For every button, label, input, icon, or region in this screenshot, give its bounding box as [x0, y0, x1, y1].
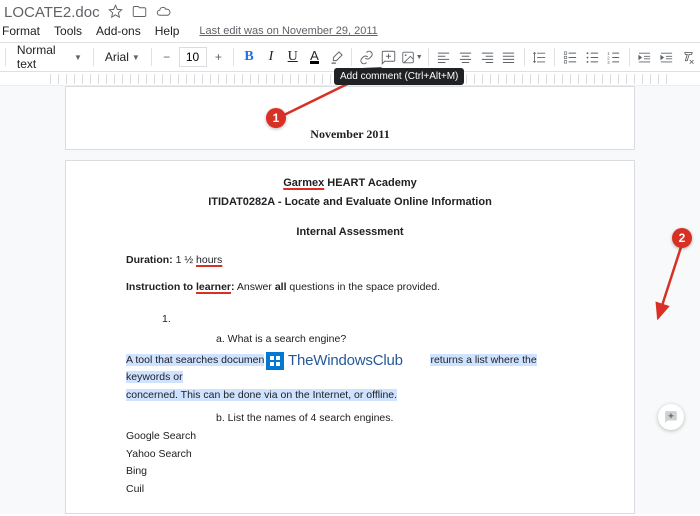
marker-2: 2: [672, 228, 692, 248]
menu-addons[interactable]: Add-ons: [96, 24, 141, 38]
separator: [554, 48, 555, 66]
page1-date: November 2011: [310, 127, 389, 141]
move-folder-icon[interactable]: [132, 4, 148, 20]
duration-line: Duration: 1 ½ hours: [126, 253, 574, 269]
marker-1: 1: [266, 108, 286, 128]
doc-title[interactable]: LOCATE2.doc: [4, 4, 100, 21]
document-canvas[interactable]: November 2011 Garmex HEART Academy ITIDA…: [0, 86, 700, 514]
svg-text:3: 3: [608, 59, 611, 64]
font-dropdown[interactable]: Arial ▼: [99, 46, 146, 68]
menu-tools[interactable]: Tools: [54, 24, 82, 38]
font-size-increase[interactable]: +: [209, 46, 229, 68]
menubar: Format Tools Add-ons Help Last edit was …: [0, 22, 700, 42]
clear-formatting-button[interactable]: [678, 46, 698, 68]
increase-indent-button[interactable]: [656, 46, 676, 68]
selected-answer[interactable]: A tool that searches documen TheWindowsC…: [126, 352, 574, 406]
separator: [151, 48, 152, 66]
align-justify-button[interactable]: [499, 46, 519, 68]
q1b: b. List the names of 4 search engines.: [216, 411, 574, 427]
last-edit-link[interactable]: Last edit was on November 29, 2011: [199, 25, 377, 37]
star-icon[interactable]: [108, 4, 124, 20]
heading-course: ITIDAT0282A - Locate and Evaluate Online…: [126, 194, 574, 211]
q1a: a. What is a search engine?: [216, 332, 574, 348]
add-comment-side-button[interactable]: [658, 404, 684, 430]
engine-2: Yahoo Search: [126, 447, 574, 463]
line-spacing-button[interactable]: [530, 46, 550, 68]
engine-4: Cuil: [126, 482, 574, 498]
caret-down-icon: ▼: [132, 53, 140, 62]
separator: [524, 48, 525, 66]
font-size-input[interactable]: [179, 47, 207, 67]
caret-down-icon: ▼: [416, 54, 423, 61]
menu-format[interactable]: Format: [2, 24, 40, 38]
windowsclub-logo-icon: [266, 352, 284, 370]
caret-down-icon: ▼: [74, 53, 82, 62]
separator: [5, 48, 6, 66]
instruction-line: Instruction to learner: Answer all quest…: [126, 280, 574, 296]
decrease-indent-button[interactable]: [635, 46, 655, 68]
align-right-button[interactable]: [477, 46, 497, 68]
q1-number: 1.: [162, 312, 574, 328]
watermark: TheWindowsClub: [266, 350, 403, 373]
paragraph-style-label: Normal text: [17, 43, 71, 71]
menu-help[interactable]: Help: [155, 24, 180, 38]
align-center-button[interactable]: [455, 46, 475, 68]
separator: [428, 48, 429, 66]
separator: [629, 48, 630, 66]
heading-org: Garmex HEART Academy: [126, 175, 574, 192]
checklist-button[interactable]: [560, 46, 580, 68]
font-label: Arial: [105, 50, 129, 64]
align-left-button[interactable]: [434, 46, 454, 68]
separator: [233, 48, 234, 66]
bullet-list-button[interactable]: [582, 46, 602, 68]
heading-assessment: Internal Assessment: [126, 224, 574, 241]
engine-1: Google Search: [126, 429, 574, 445]
insert-image-button[interactable]: ▼: [401, 46, 423, 68]
watermark-text: TheWindowsClub: [288, 350, 403, 373]
font-size-decrease[interactable]: −: [157, 46, 177, 68]
numbered-list-button[interactable]: 123: [604, 46, 624, 68]
paragraph-style-dropdown[interactable]: Normal text ▼: [11, 46, 88, 68]
tooltip-add-comment: Add comment (Ctrl+Alt+M): [334, 68, 464, 85]
engine-3: Bing: [126, 464, 574, 480]
cloud-status-icon[interactable]: [156, 4, 172, 20]
annotation-arrow-2: [652, 238, 692, 326]
page-2: Garmex HEART Academy ITIDAT0282A - Locat…: [65, 160, 635, 514]
separator: [93, 48, 94, 66]
bold-button[interactable]: B: [239, 46, 259, 68]
